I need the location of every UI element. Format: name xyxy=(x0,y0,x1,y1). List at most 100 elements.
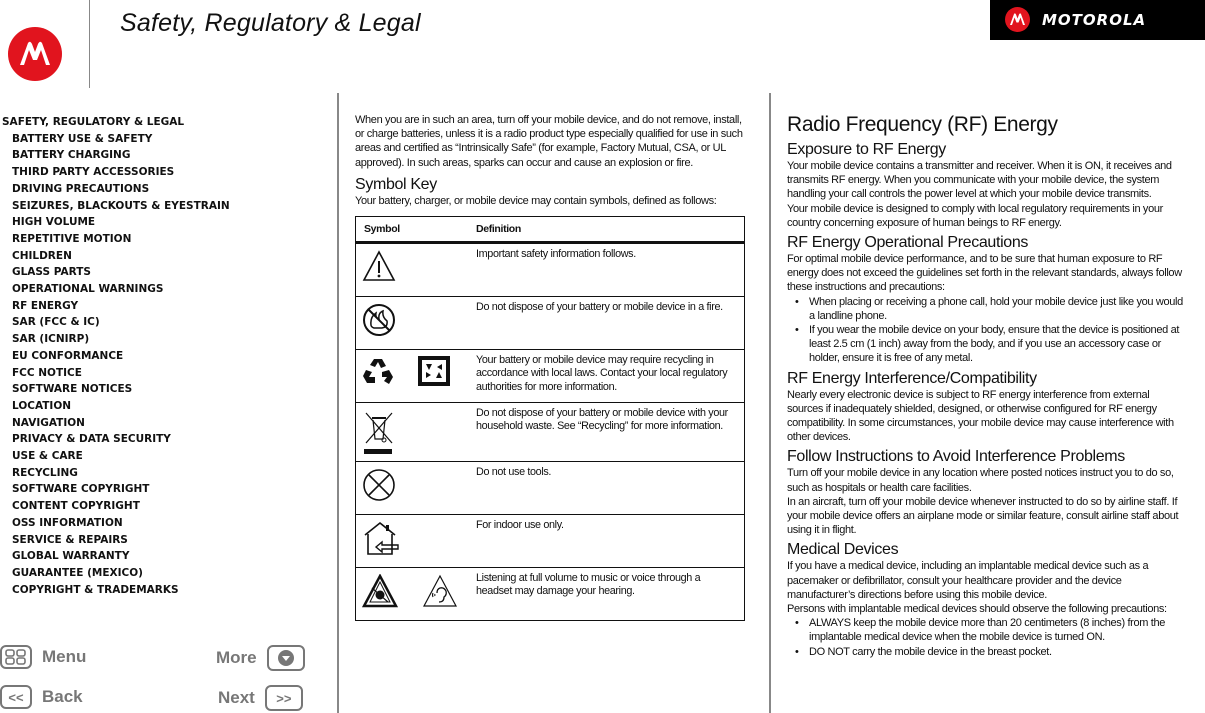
definition-cell: Important safety information follows. xyxy=(468,241,745,297)
toc-item[interactable]: GLOBAL WARRANTY xyxy=(0,548,230,565)
symbol-key-intro: Your battery, charger, or mobile device … xyxy=(355,194,717,207)
toc-item[interactable]: FCC NOTICE xyxy=(0,365,230,382)
toc-item[interactable]: BATTERY CHARGING xyxy=(0,147,230,164)
brand-logo-icon xyxy=(1005,7,1030,32)
toc-item[interactable]: SAFETY, REGULATORY & LEGAL xyxy=(0,114,230,131)
toc-item[interactable]: CHILDREN xyxy=(0,248,230,265)
toc-item[interactable]: RECYCLING xyxy=(0,465,230,482)
indoor-use-icon xyxy=(364,521,399,555)
motorola-logo xyxy=(8,27,62,81)
definition-cell: Do not dispose of your battery or mobile… xyxy=(468,401,745,462)
precautions-list: When placing or receiving a phone call, … xyxy=(787,295,1183,366)
table-row: Do not use tools. xyxy=(355,460,745,515)
definition-cell: Do not use tools. xyxy=(468,460,745,515)
definition-cell: Listening at full volume to music or voi… xyxy=(468,566,745,621)
column-divider-right xyxy=(769,93,771,713)
list-item: When placing or receiving a phone call, … xyxy=(795,295,1183,323)
precautions-heading: RF Energy Operational Precautions xyxy=(787,234,1029,252)
table-row: Do not dispose of your battery or mobile… xyxy=(355,295,745,350)
toc-item[interactable]: SOFTWARE COPYRIGHT xyxy=(0,481,230,498)
toc-item[interactable]: SERVICE & REPAIRS xyxy=(0,532,230,549)
medical-devices-heading: Medical Devices xyxy=(787,541,899,559)
follow-paragraph-1: Turn off your mobile device in any locat… xyxy=(787,467,1174,494)
hearing-warning-icon xyxy=(423,574,457,607)
follow-instructions-heading: Follow Instructions to Avoid Interferenc… xyxy=(787,448,1125,466)
medical-list: ALWAYS keep the mobile device more than … xyxy=(787,616,1183,659)
exposure-paragraph-1: Your mobile device contains a transmitte… xyxy=(787,160,1172,201)
symbol-key-heading: Symbol Key xyxy=(355,175,437,193)
no-tools-icon xyxy=(363,468,395,501)
definition-cell: For indoor use only. xyxy=(468,513,745,568)
warning-triangle-icon xyxy=(362,249,396,281)
toc-item[interactable]: REPETITIVE MOTION xyxy=(0,231,230,248)
toc-item[interactable]: COPYRIGHT & TRADEMARKS xyxy=(0,582,230,599)
batwing-icon xyxy=(20,41,50,65)
toc-item[interactable]: GUARANTEE (MEXICO) xyxy=(0,565,230,582)
chevron-down-icon xyxy=(266,645,305,671)
list-item: If you wear the mobile device on your bo… xyxy=(795,323,1183,366)
toc-item[interactable]: NAVIGATION xyxy=(0,415,230,432)
exposure-paragraph-2: Your mobile device is designed to comply… xyxy=(787,202,1163,229)
table-row: Listening at full volume to music or voi… xyxy=(355,566,745,621)
toc-item[interactable]: LOCATION xyxy=(0,398,230,415)
menu-label: Menu xyxy=(42,647,87,666)
list-item: DO NOT carry the mobile device in the br… xyxy=(795,645,1183,659)
definition-column-header: Definition xyxy=(468,216,745,244)
toc-item[interactable]: USE & CARE xyxy=(0,448,230,465)
table-row: Your battery or mobile device may requir… xyxy=(355,348,745,403)
recycle-icon xyxy=(363,358,393,384)
toc-item[interactable]: BATTERY USE & SAFETY xyxy=(0,131,230,148)
follow-paragraph-2: In an aircraft, turn off your mobile dev… xyxy=(787,495,1179,537)
toc-item[interactable]: CONTENT COPYRIGHT xyxy=(0,498,230,515)
toc-item[interactable]: OSS INFORMATION xyxy=(0,515,230,532)
medical-paragraph-1: If you have a medical device, including … xyxy=(787,560,1149,601)
brand-banner: MOTOROLA xyxy=(990,0,1205,40)
symbol-table: Symbol Definition Important safety infor… xyxy=(355,216,745,621)
content-column-2: Radio Frequency (RF) Energy Exposure to … xyxy=(787,113,1183,659)
brand-name: MOTOROLA xyxy=(1042,11,1147,29)
more-label: More xyxy=(216,648,257,667)
column-divider-left xyxy=(337,93,339,713)
symbol-column-header: Symbol xyxy=(355,216,468,244)
toc-item[interactable]: PRIVACY & DATA SECURITY xyxy=(0,431,230,448)
toc-item[interactable]: SAR (FCC & IC) xyxy=(0,314,230,331)
battery-recycle-icon xyxy=(418,355,450,386)
medical-paragraph-2: Persons with implantable medical devices… xyxy=(787,603,1167,616)
more-button[interactable]: More xyxy=(216,645,305,671)
toc-item[interactable]: THIRD PARTY ACCESSORIES xyxy=(0,164,230,181)
toc-item[interactable]: HIGH VOLUME xyxy=(0,214,230,231)
crossed-bin-icon xyxy=(364,412,393,454)
toc-item[interactable]: SAR (ICNIRP) xyxy=(0,331,230,348)
toc-item[interactable]: EU CONFORMANCE xyxy=(0,348,230,365)
list-item: ALWAYS keep the mobile device more than … xyxy=(795,616,1183,644)
table-of-contents: SAFETY, REGULATORY & LEGAL BATTERY USE & … xyxy=(0,114,230,598)
rf-energy-title: Radio Frequency (RF) Energy xyxy=(787,113,1058,136)
header-divider xyxy=(89,0,90,88)
double-chevron-right-icon: >> xyxy=(264,685,303,711)
no-fire-icon xyxy=(363,303,395,336)
toc-item[interactable]: RF ENERGY xyxy=(0,298,230,315)
table-row: Do not dispose of your battery or mobile… xyxy=(355,401,745,462)
menu-button[interactable]: Menu xyxy=(0,645,86,669)
loud-volume-warning-icon xyxy=(362,573,398,607)
toc-item[interactable]: OPERATIONAL WARNINGS xyxy=(0,281,230,298)
table-row: Important safety information follows. xyxy=(355,241,745,297)
page-title: Safety, Regulatory & Legal xyxy=(120,9,421,37)
intro-paragraph: When you are in such an area, turn off y… xyxy=(355,114,743,169)
toc-item[interactable]: DRIVING PRECAUTIONS xyxy=(0,181,230,198)
symbol-table-header: Symbol Definition xyxy=(355,216,745,244)
definition-cell: Your battery or mobile device may requir… xyxy=(468,348,745,403)
double-chevron-left-icon: << xyxy=(0,685,32,709)
exposure-heading: Exposure to RF Energy xyxy=(787,141,946,158)
interference-paragraph: Nearly every electronic device is subjec… xyxy=(787,388,1174,444)
next-label: Next xyxy=(218,688,255,707)
next-button[interactable]: Next >> xyxy=(218,685,303,711)
back-button[interactable]: << Back xyxy=(0,685,83,709)
toc-item[interactable]: GLASS PARTS xyxy=(0,264,230,281)
toc-item[interactable]: SEIZURES, BLACKOUTS & EYESTRAIN xyxy=(0,198,230,215)
bottom-navigation: Menu More << Back Next >> xyxy=(0,645,320,713)
toc-item[interactable]: SOFTWARE NOTICES xyxy=(0,381,230,398)
grid-icon xyxy=(0,645,32,669)
definition-cell: Do not dispose of your battery or mobile… xyxy=(468,295,745,350)
interference-heading: RF Energy Interference/Compatibility xyxy=(787,369,1037,387)
